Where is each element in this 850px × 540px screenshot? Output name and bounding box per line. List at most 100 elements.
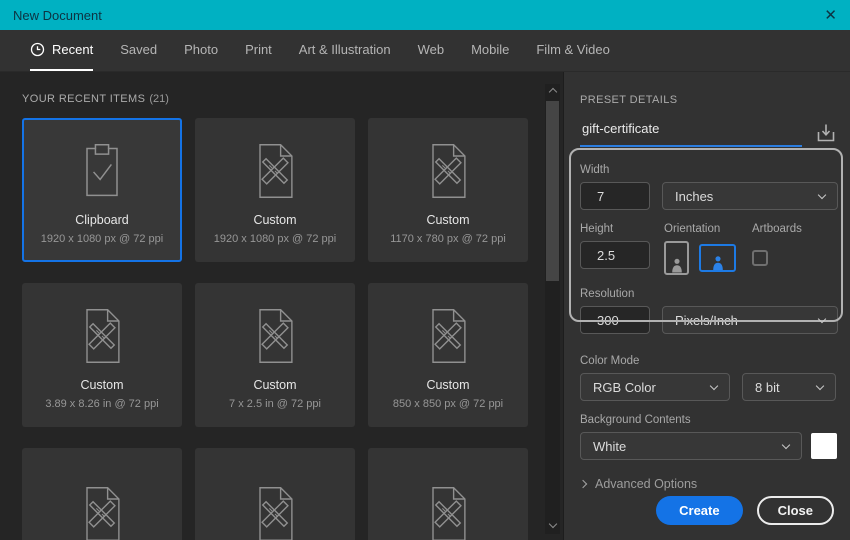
custom-document-icon — [77, 306, 127, 366]
tab-label: Mobile — [471, 42, 510, 57]
vertical-scrollbar[interactable] — [545, 84, 560, 534]
resolution-label: Resolution — [580, 288, 635, 300]
document-name-input[interactable] — [580, 119, 802, 147]
category-tabbar: Recent Saved Photo Print Art & Illustrat… — [0, 30, 850, 72]
card-size: 1920 x 1080 px @ 72 ppi — [40, 233, 164, 245]
bit-depth-value: 8 bit — [755, 379, 780, 395]
tab-label: Photo — [184, 42, 219, 57]
background-color-swatch[interactable] — [811, 433, 837, 459]
resolution-input[interactable] — [580, 306, 650, 334]
custom-document-icon — [250, 484, 300, 540]
tab-label: Print — [245, 42, 272, 57]
custom-document-icon — [77, 484, 127, 540]
tab-label: Art & Illustration — [298, 42, 391, 57]
width-unit-select[interactable]: Inches — [662, 182, 838, 210]
artboards-label: Artboards — [752, 223, 802, 235]
chevron-down-icon — [817, 314, 827, 323]
preset-card-custom-8[interactable] — [368, 448, 528, 540]
chevron-down-icon — [781, 440, 791, 449]
preset-card-custom-7[interactable] — [195, 448, 355, 540]
card-size: 1920 x 1080 px @ 72 ppi — [213, 233, 337, 245]
tab-label: Web — [417, 42, 445, 57]
height-input[interactable] — [580, 241, 650, 269]
card-title: Custom — [426, 378, 470, 392]
tab-web[interactable]: Web — [418, 30, 445, 71]
resolution-unit-value: Pixels/Inch — [675, 312, 738, 328]
close-icon[interactable]: ✕ — [824, 8, 837, 23]
width-input[interactable] — [580, 182, 650, 210]
recent-items-header: YOUR RECENT ITEMS (21) — [22, 93, 169, 105]
orientation-label: Orientation — [664, 223, 721, 235]
new-document-dialog: New Document ✕ Recent Saved Photo Print … — [0, 0, 850, 540]
preset-details-panel: PRESET DETAILS Width Inches — [563, 72, 850, 540]
chevron-down-icon — [709, 381, 719, 390]
tab-label: Saved — [120, 42, 158, 57]
scrollbar-thumb[interactable] — [546, 101, 559, 281]
tab-mobile[interactable]: Mobile — [471, 30, 509, 71]
card-title: Clipboard — [75, 213, 129, 227]
tab-recent[interactable]: Recent — [30, 30, 94, 71]
tab-label: Film & Video — [536, 42, 610, 57]
preset-card-custom-4[interactable]: Custom 7 x 2.5 in @ 72 ppi — [195, 283, 355, 427]
preset-card-custom-3[interactable]: Custom 3.89 x 8.26 in @ 72 ppi — [22, 283, 182, 427]
card-size: 1170 x 780 px @ 72 ppi — [390, 233, 506, 245]
background-contents-select[interactable]: White — [580, 432, 802, 460]
landscape-person-icon — [710, 254, 726, 270]
color-mode-value: RGB Color — [593, 379, 656, 395]
chevron-down-icon — [815, 381, 825, 390]
height-label: Height — [580, 223, 614, 235]
custom-document-icon — [250, 141, 300, 201]
color-mode-label: Color Mode — [580, 355, 640, 367]
resolution-unit-select[interactable]: Pixels/Inch — [662, 306, 838, 334]
preset-card-custom-2[interactable]: Custom 1170 x 780 px @ 72 ppi — [368, 118, 528, 262]
recent-items-count: (21) — [149, 93, 169, 105]
color-mode-select[interactable]: RGB Color — [580, 373, 730, 401]
preset-card-custom-6[interactable] — [22, 448, 182, 540]
custom-document-icon — [423, 484, 473, 540]
orientation-portrait-button[interactable] — [664, 241, 689, 275]
card-size: 850 x 850 px @ 72 ppi — [392, 398, 504, 410]
card-size: 7 x 2.5 in @ 72 ppi — [229, 398, 321, 410]
clipboard-check-icon — [77, 141, 127, 201]
chevron-right-icon — [578, 479, 588, 489]
background-contents-label: Background Contents — [580, 414, 691, 426]
background-contents-value: White — [593, 438, 627, 454]
card-title: Custom — [253, 378, 297, 392]
recent-items-panel: YOUR RECENT ITEMS (21) Clipboard 1920 x 1… — [0, 72, 563, 540]
preset-details-header: PRESET DETAILS — [580, 94, 678, 106]
card-size: 3.89 x 8.26 in @ 72 ppi — [45, 398, 159, 410]
width-label: Width — [580, 164, 610, 176]
preset-cards-grid: Clipboard 1920 x 1080 px @ 72 ppi Custom… — [22, 118, 563, 540]
advanced-options-label: Advanced Options — [595, 477, 698, 491]
custom-document-icon — [423, 141, 473, 201]
tab-photo[interactable]: Photo — [184, 30, 218, 71]
card-title: Custom — [426, 213, 470, 227]
scroll-up-icon[interactable] — [548, 87, 557, 97]
tab-art-illustration[interactable]: Art & Illustration — [299, 30, 391, 71]
tab-saved[interactable]: Saved — [120, 30, 157, 71]
chevron-down-icon — [817, 190, 827, 199]
tab-film-video[interactable]: Film & Video — [536, 30, 609, 71]
custom-document-icon — [250, 306, 300, 366]
preset-card-custom-1[interactable]: Custom 1920 x 1080 px @ 72 ppi — [195, 118, 355, 262]
preset-card-clipboard[interactable]: Clipboard 1920 x 1080 px @ 72 ppi — [22, 118, 182, 262]
save-preset-icon[interactable] — [814, 121, 838, 145]
close-button[interactable]: Close — [756, 496, 834, 525]
tab-label: Recent — [52, 42, 94, 57]
width-unit-value: Inches — [675, 188, 714, 204]
scroll-down-icon[interactable] — [548, 519, 557, 529]
card-title: Custom — [253, 213, 297, 227]
tab-print[interactable]: Print — [245, 30, 272, 71]
custom-document-icon — [423, 306, 473, 366]
dialog-title: New Document — [13, 7, 102, 23]
card-title: Custom — [80, 378, 124, 392]
preset-card-custom-5[interactable]: Custom 850 x 850 px @ 72 ppi — [368, 283, 528, 427]
portrait-person-icon — [669, 256, 685, 273]
artboards-checkbox[interactable] — [752, 250, 768, 266]
orientation-landscape-button[interactable] — [699, 244, 736, 272]
advanced-options-toggle[interactable]: Advanced Options — [578, 477, 838, 491]
title-bar: New Document ✕ — [0, 0, 850, 30]
clock-icon — [30, 42, 45, 57]
create-button[interactable]: Create — [656, 496, 743, 525]
bit-depth-select[interactable]: 8 bit — [742, 373, 836, 401]
